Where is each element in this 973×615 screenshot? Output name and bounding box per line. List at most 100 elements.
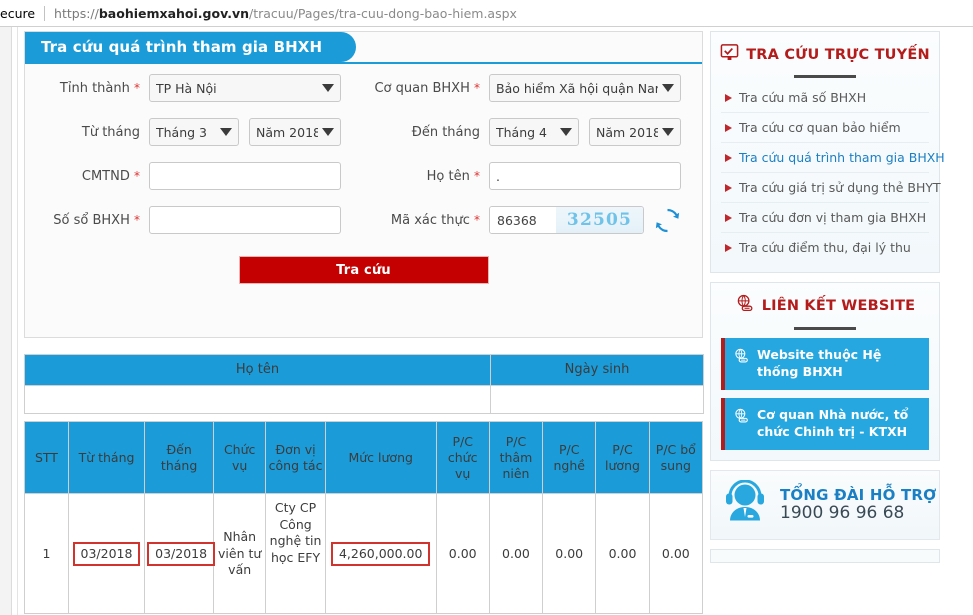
browser-url-bar[interactable]: ecure https:// baohiemxahoi.gov.vn /trac… [0, 0, 973, 27]
from-month-label: Từ tháng [81, 124, 140, 140]
divider [794, 75, 856, 78]
agency-label: Cơ quan BHXH * [357, 81, 489, 96]
province-label-text: Tỉnh thành [59, 80, 130, 96]
link-button-co-quan-nha-nuoc[interactable]: Cơ quan Nhà nước, tổ chức Chinh trị - KT… [721, 397, 929, 450]
cell-hoten [24, 385, 491, 415]
agency-select[interactable]: Bảo hiểm Xã hội quận Nam Từ [489, 74, 681, 102]
fullname-input[interactable]: . [489, 162, 681, 190]
divider [794, 327, 856, 330]
table-row [24, 385, 704, 415]
monitor-check-icon [720, 43, 739, 66]
fullname-label: Họ tên * [357, 169, 489, 184]
chevron-down-icon [220, 128, 232, 136]
cell-pc-nghe: 0.00 [542, 493, 597, 615]
cmtnd-input[interactable] [149, 162, 341, 190]
url-path: /tracuu/Pages/tra-cuu-dong-bao-hiem.aspx [249, 5, 517, 21]
submit-button[interactable]: Tra cứu [238, 256, 489, 284]
to-month-select[interactable]: Tháng 4 [489, 118, 579, 146]
participation-history-table: STT Từ tháng Đến tháng Chức vụ Đơn vị cô… [24, 421, 704, 615]
province-value: TP Hà Nội [156, 80, 217, 96]
bhxh-input[interactable] [149, 206, 341, 234]
captcha-image: 32505 [556, 207, 643, 233]
col-tu-thang: Từ tháng [67, 421, 146, 495]
captcha-input[interactable]: 86368 32505 [489, 206, 644, 234]
website-links-header: LIÊN KẾT WEBSITE [721, 294, 929, 318]
cell-ngaysinh [490, 385, 704, 415]
hotline-number: 1900 96 96 68 [780, 502, 905, 523]
right-sidebar: TRA CỨU TRỰC TUYẾN Tra cứu mã số BHXH Tr… [710, 31, 945, 563]
from-month-value: Tháng 3 [156, 124, 208, 140]
from-month-select[interactable]: Tháng 3 [149, 118, 239, 146]
hotline-title: TỔNG ĐÀI HỖ TRỢ [780, 485, 937, 504]
refresh-icon[interactable] [654, 207, 680, 233]
headset-operator-icon [719, 479, 771, 530]
link-button-he-thong-bhxh[interactable]: Website thuộc Hệ thống BHXH [721, 338, 929, 390]
captcha-value: 86368 [490, 207, 556, 233]
submit-row: Tra cứu [25, 256, 702, 284]
col-pc-chuc-vu: P/C chức vụ [435, 421, 490, 495]
hotline-panel: TỔNG ĐÀI HỖ TRỢ 1900 96 96 68 [710, 469, 940, 540]
cell-pc-luong: 0.00 [595, 493, 650, 615]
online-lookup-title: TRA CỨU TRỰC TUYẾN [746, 46, 930, 63]
person-info-table: Họ tên Ngày sinh [24, 353, 704, 415]
agency-label-text: Cơ quan BHXH [374, 80, 470, 96]
link-button-label: Cơ quan Nhà nước, tổ chức Chinh trị - KT… [757, 406, 909, 439]
sidebar-item-qua-trinh-tham-gia[interactable]: Tra cứu quá trình tham gia BHXH [721, 143, 945, 173]
table-row: 1 03/2018 03/2018 Nhân viên tư vấn Cty C… [24, 493, 704, 615]
highlighted-salary: 4,260,000.00 [330, 541, 431, 566]
form-row-period: Từ tháng Tháng 3 Năm 2018 Đến tháng Thán… [25, 110, 702, 154]
bullet-icon [725, 213, 732, 222]
cell-pc-tham-nien: 0.00 [488, 493, 544, 615]
online-lookup-header: TRA CỨU TRỰC TUYẾN [720, 43, 930, 66]
field-bhxh-number: Số sổ BHXH * [25, 206, 357, 234]
sidebar-item-label: Tra cứu giá trị sử dụng thẻ BHYT [739, 180, 941, 195]
bullet-icon [725, 243, 732, 252]
field-province: Tỉnh thành * TP Hà Nội [25, 74, 357, 102]
chevron-down-icon [322, 128, 334, 136]
form-tab-underline [25, 62, 702, 64]
cmtnd-label: CMTND * [25, 169, 149, 184]
chevron-down-icon [662, 128, 674, 136]
hotline-text: TỔNG ĐÀI HỖ TRỢ 1900 96 96 68 [780, 486, 936, 524]
captcha-label: Mã xác thực * [357, 213, 489, 228]
secure-label: ecure [0, 5, 36, 21]
globe-link-icon [733, 348, 750, 370]
fullname-value: . [496, 168, 500, 184]
to-year-select[interactable]: Năm 2018 [589, 118, 681, 146]
col-hoten: Họ tên [24, 353, 491, 387]
cell-don-vi: Cty CP Công nghệ tin học EFY [265, 493, 326, 615]
captcha-label-text: Mã xác thực [390, 212, 470, 228]
sidebar-item-label: Tra cứu mã số BHXH [739, 90, 867, 105]
to-year-value: Năm 2018 [596, 124, 658, 140]
sidebar-item-co-quan-bao-hiem[interactable]: Tra cứu cơ quan bảo hiểm [721, 113, 929, 143]
sidebar-item-don-vi-tham-gia[interactable]: Tra cứu đơn vị tham gia BHXH [721, 203, 929, 233]
table-header-row: Họ tên Ngày sinh [24, 353, 704, 387]
agency-value: Bảo hiểm Xã hội quận Nam Từ [496, 80, 658, 96]
cell-pc-chuc-vu: 0.00 [435, 493, 490, 615]
lookup-form-card: Tra cứu quá trình tham gia BHXH Tỉnh thà… [24, 31, 703, 338]
col-chuc-vu: Chức vụ [213, 421, 267, 495]
cmtnd-label-text: CMTND [81, 168, 130, 184]
sidebar-item-ma-so-bhxh[interactable]: Tra cứu mã số BHXH [721, 83, 929, 113]
col-ngaysinh: Ngày sinh [490, 353, 704, 387]
cell-tu-thang: 03/2018 [67, 493, 146, 615]
sidebar-item-diem-thu-dai-ly[interactable]: Tra cứu điểm thu, đại lý thu [721, 233, 929, 262]
chevron-down-icon [662, 84, 674, 92]
province-select[interactable]: TP Hà Nội [149, 74, 341, 102]
bullet-icon [725, 123, 732, 132]
to-month-value: Tháng 4 [496, 124, 548, 140]
table-header-row: STT Từ tháng Đến tháng Chức vụ Đơn vị cô… [24, 421, 704, 495]
form-row-identity: CMTND * Họ tên * . [25, 154, 702, 198]
sidebar-item-gia-tri-the-bhyt[interactable]: Tra cứu giá trị sử dụng thẻ BHYT [721, 173, 941, 203]
sidebar-item-label: Tra cứu quá trình tham gia BHXH [739, 150, 945, 165]
from-year-select[interactable]: Năm 2018 [249, 118, 341, 146]
required-mark: * [134, 168, 140, 183]
col-don-vi: Đơn vị công tác [265, 421, 326, 495]
to-month-label: Đến tháng [411, 124, 480, 140]
website-links-title: LIÊN KẾT WEBSITE [761, 298, 916, 314]
col-stt: STT [24, 421, 69, 495]
link-button-label: Website thuộc Hệ thống BHXH [757, 347, 882, 379]
website-links-panel: LIÊN KẾT WEBSITE Website thuộc Hệ thống … [710, 282, 940, 461]
bhxh-label-text: Số sổ BHXH [53, 212, 130, 228]
chevron-down-icon [560, 128, 572, 136]
